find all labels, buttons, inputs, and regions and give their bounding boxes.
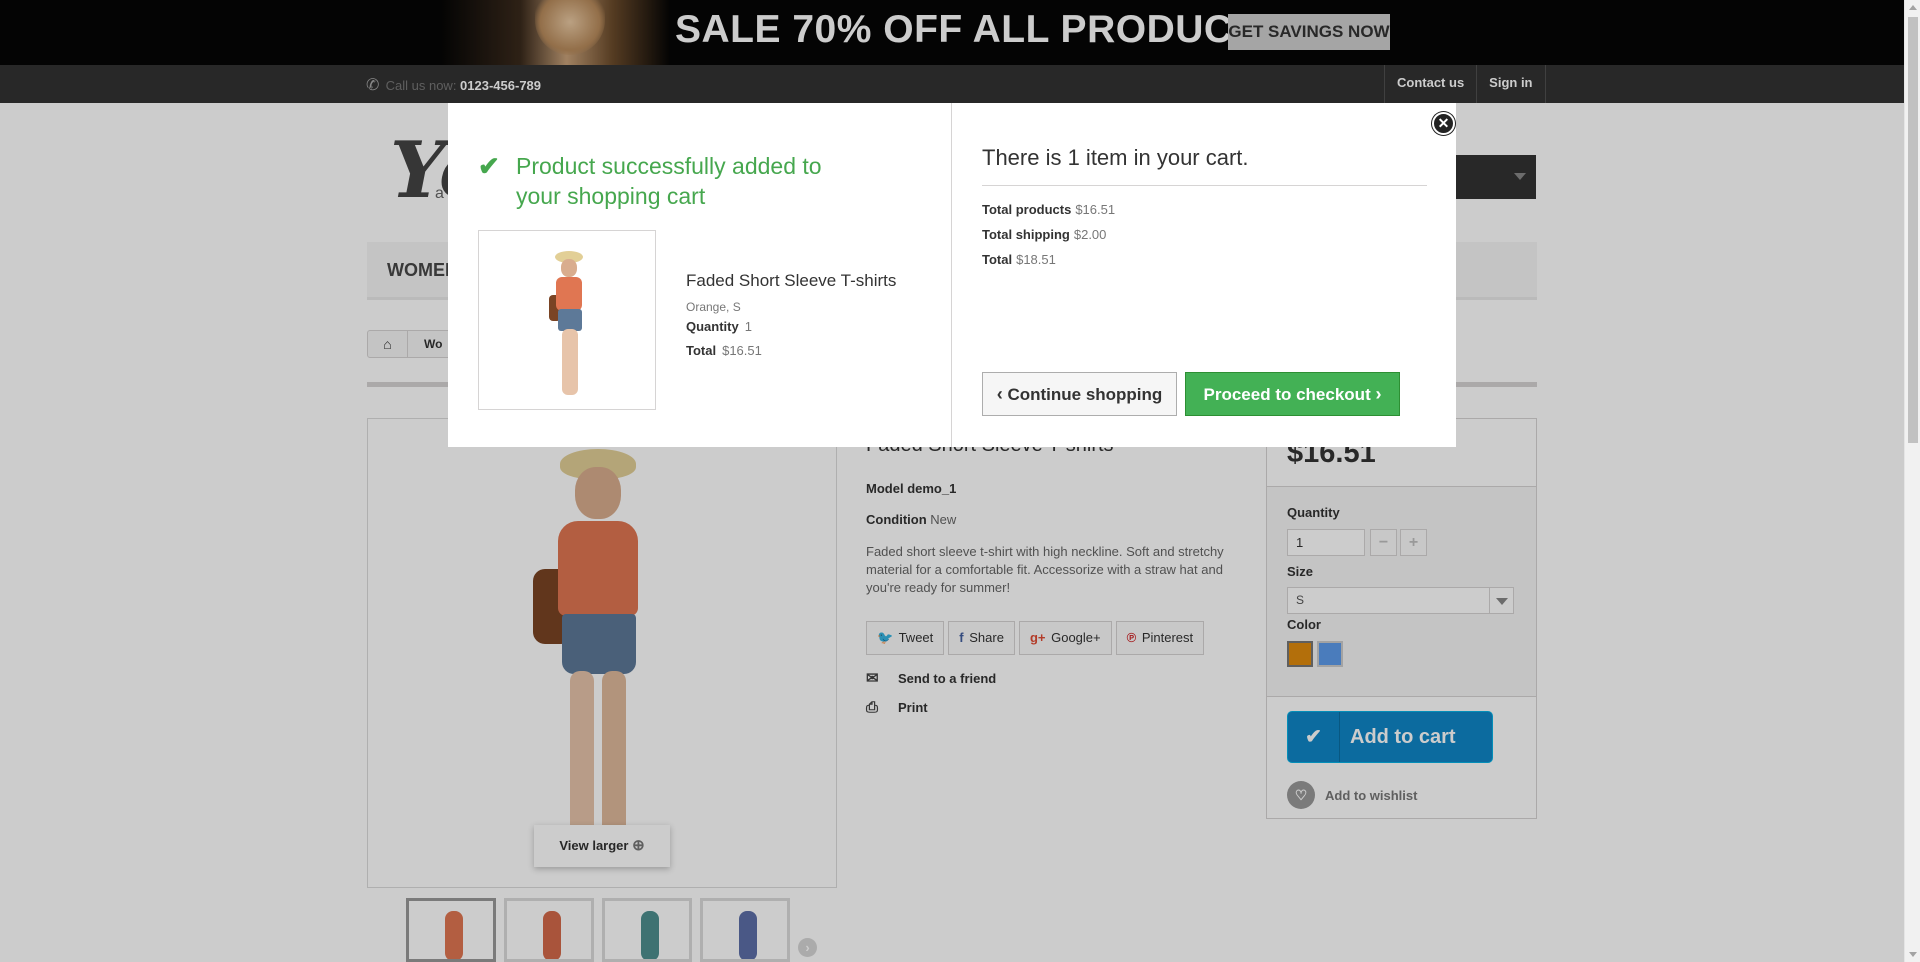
success-message: ✔ Product successfully added to your sho… — [478, 151, 822, 209]
modal-quantity: Quantity 1 — [686, 319, 752, 334]
chevron-right-icon: › — [1375, 384, 1382, 404]
total-shipping: Total shipping $2.00 — [982, 227, 1107, 242]
modal-product-image — [478, 230, 656, 410]
scrollbar-thumb[interactable] — [1908, 17, 1918, 443]
scroll-up-icon[interactable] — [1909, 5, 1917, 10]
grand-total: Total $18.51 — [982, 252, 1056, 267]
page-scrollbar[interactable] — [1904, 0, 1920, 962]
modal-product-attributes: Orange, S — [686, 300, 741, 314]
cart-confirmation-modal: ✔ Product successfully added to your sho… — [448, 103, 1456, 447]
proceed-to-checkout-button[interactable]: Proceed to checkout › — [1185, 372, 1400, 416]
cart-count-text: There is 1 item in your cart. — [982, 145, 1427, 186]
checkmark-icon: ✔ — [478, 151, 500, 181]
close-icon[interactable]: ✕ — [1432, 112, 1455, 135]
modal-product-pane: ✔ Product successfully added to your sho… — [448, 103, 952, 447]
continue-shopping-button[interactable]: ‹ Continue shopping — [982, 372, 1177, 416]
modal-product-name: Faded Short Sleeve T-shirts — [686, 271, 897, 290]
scroll-down-icon[interactable] — [1909, 952, 1917, 957]
total-products: Total products $16.51 — [982, 202, 1116, 217]
modal-product-total: Total $16.51 — [686, 343, 762, 358]
chevron-left-icon: ‹ — [996, 384, 1003, 404]
